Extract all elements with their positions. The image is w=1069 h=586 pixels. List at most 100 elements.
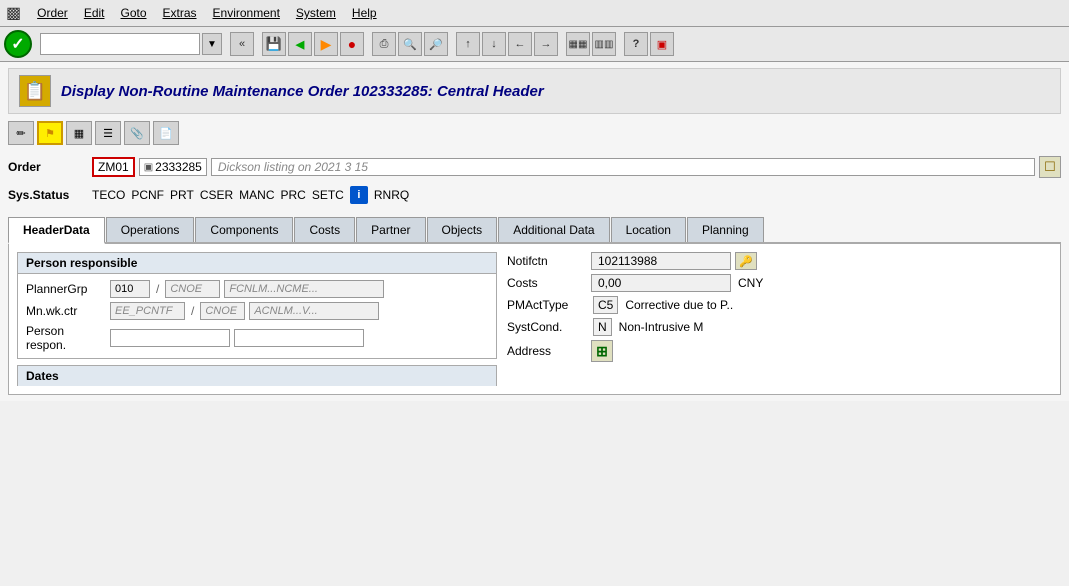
tab-location-label: Location xyxy=(626,223,671,237)
notifctn-label: Notifctn xyxy=(507,254,587,268)
page-title: Display Non-Routine Maintenance Order 10… xyxy=(61,83,544,100)
tab-additional-data[interactable]: Additional Data xyxy=(498,217,609,242)
list-button[interactable]: ☰ xyxy=(95,121,121,145)
tab-operations-label: Operations xyxy=(121,223,180,237)
order-num-icon: ▣ xyxy=(144,162,153,173)
attach-icon: 📎 xyxy=(130,127,144,140)
tab-costs-label: Costs xyxy=(309,223,340,237)
stop-icon: ● xyxy=(348,36,356,52)
nav-left-button[interactable]: ← xyxy=(508,32,532,56)
tab-content-headerdata: Person responsible PlannerGrp / Mn. xyxy=(8,244,1061,395)
menu-goto[interactable]: Goto xyxy=(113,4,155,22)
screen2-button[interactable]: ▥▥ xyxy=(592,32,616,56)
status-setc: SETC xyxy=(312,188,344,202)
tab-partner[interactable]: Partner xyxy=(356,217,425,242)
dropdown-arrow-icon: ▼ xyxy=(207,39,217,50)
order-icon: 📋 xyxy=(24,81,46,102)
screen2-icon: ▥▥ xyxy=(595,39,614,50)
order-detail-button[interactable]: ☐ xyxy=(1039,156,1061,178)
person-responsible-header: Person responsible xyxy=(18,253,496,274)
pmacttype-code: C5 xyxy=(593,296,618,314)
person-responsible-body: PlannerGrp / Mn.wk.ctr / xyxy=(18,274,496,358)
key-icon: 🔑 xyxy=(739,255,753,268)
menu-order[interactable]: Order xyxy=(29,4,76,22)
menu-edit[interactable]: Edit xyxy=(76,4,113,22)
address-add-button[interactable]: ⊞ xyxy=(591,340,613,362)
systcond-row: SystCond. N Non-Intrusive M xyxy=(507,318,1052,336)
person-respon-label: Person respon. xyxy=(26,324,106,352)
mn-wk-ctr-input1[interactable] xyxy=(110,302,185,320)
main-content: 📋 Display Non-Routine Maintenance Order … xyxy=(0,62,1069,401)
order-type-field[interactable]: ZM01 xyxy=(92,157,135,177)
order-number-field[interactable]: ▣ 2333285 xyxy=(139,158,207,176)
planner-code-input[interactable] xyxy=(165,280,220,298)
confirm-button[interactable]: ✓ xyxy=(4,30,32,58)
list-icon: ☰ xyxy=(103,127,113,140)
tab-headerdata-label: HeaderData xyxy=(23,223,90,237)
person-respon-input2[interactable] xyxy=(234,329,364,347)
tab-planning[interactable]: Planning xyxy=(687,217,764,242)
find-next-button[interactable]: 🔎 xyxy=(424,32,448,56)
save-icon: 💾 xyxy=(266,36,282,52)
costs-row: Costs 0,00 CNY xyxy=(507,274,1052,292)
tab-headerdata[interactable]: HeaderData xyxy=(8,217,105,244)
address-row: Address ⊞ xyxy=(507,340,1052,362)
monitor-button[interactable]: ▣ xyxy=(650,32,674,56)
tab-objects[interactable]: Objects xyxy=(427,217,498,242)
tab-operations[interactable]: Operations xyxy=(106,217,195,242)
systcond-code: N xyxy=(593,318,612,336)
tab-components[interactable]: Components xyxy=(195,217,293,242)
status-manc: MANC xyxy=(239,188,274,202)
graph-button[interactable]: 📄 xyxy=(153,121,179,145)
back-button[interactable]: ◀ xyxy=(288,32,312,56)
copy-icon: ▦ xyxy=(74,127,84,140)
notifctn-value: 102113988 xyxy=(591,252,731,270)
menu-environment[interactable]: Environment xyxy=(205,4,288,22)
title-section: 📋 Display Non-Routine Maintenance Order … xyxy=(8,68,1061,114)
person-respon-input[interactable] xyxy=(110,329,230,347)
nav-down-button[interactable]: ↓ xyxy=(482,32,506,56)
tab-costs[interactable]: Costs xyxy=(294,217,355,242)
planner-desc-input xyxy=(224,280,384,298)
nav-up-icon: ↑ xyxy=(465,38,471,50)
dropdown-button[interactable]: ▼ xyxy=(202,33,222,55)
nav-up-button[interactable]: ↑ xyxy=(456,32,480,56)
person-responsible-section: Person responsible PlannerGrp / Mn. xyxy=(17,252,497,359)
double-chevron-button[interactable]: « xyxy=(230,32,254,56)
pmacttype-row: PMActType C5 Corrective due to P.. xyxy=(507,296,1052,314)
command-input[interactable] xyxy=(40,33,200,55)
menu-extras[interactable]: Extras xyxy=(155,4,205,22)
help-button[interactable]: ? xyxy=(624,32,648,56)
notifctn-key-button[interactable]: 🔑 xyxy=(735,252,757,270)
tab-planning-label: Planning xyxy=(702,223,749,237)
help-icon: ? xyxy=(633,38,640,50)
forward-icon: ▶ xyxy=(321,36,332,53)
copy-button[interactable]: ▦ xyxy=(66,121,92,145)
planner-grp-input[interactable] xyxy=(110,280,150,298)
screen1-button[interactable]: ▦▦ xyxy=(566,32,590,56)
menu-help[interactable]: Help xyxy=(344,4,385,22)
left-panel: Person responsible PlannerGrp / Mn. xyxy=(17,252,497,386)
save-button[interactable]: 💾 xyxy=(262,32,286,56)
highlight-button[interactable]: ⚑ xyxy=(37,121,63,145)
tab-location[interactable]: Location xyxy=(611,217,686,242)
graph-icon: 📄 xyxy=(159,127,173,140)
print-button[interactable]: ⎙ xyxy=(372,32,396,56)
systcond-desc: Non-Intrusive M xyxy=(619,320,704,334)
find-button[interactable]: 🔍 xyxy=(398,32,422,56)
app-logo-icon: ▩ xyxy=(6,3,21,23)
stop-button[interactable]: ● xyxy=(340,32,364,56)
menu-bar: ▩ Order Edit Goto Extras Environment Sys… xyxy=(0,0,1069,27)
edit-button[interactable]: ✏ xyxy=(8,121,34,145)
forward-button[interactable]: ▶ xyxy=(314,32,338,56)
nav-right-button[interactable]: → xyxy=(534,32,558,56)
print-icon: ⎙ xyxy=(380,38,389,51)
attach-button[interactable]: 📎 xyxy=(124,121,150,145)
status-pcnf: PCNF xyxy=(131,188,164,202)
mn-wk-ctr-input2[interactable] xyxy=(200,302,245,320)
menu-system[interactable]: System xyxy=(288,4,344,22)
info-button[interactable]: i xyxy=(350,186,368,204)
order-number-value: 2333285 xyxy=(155,160,202,174)
dates-section-header: Dates xyxy=(17,365,497,386)
status-cser: CSER xyxy=(200,188,233,202)
